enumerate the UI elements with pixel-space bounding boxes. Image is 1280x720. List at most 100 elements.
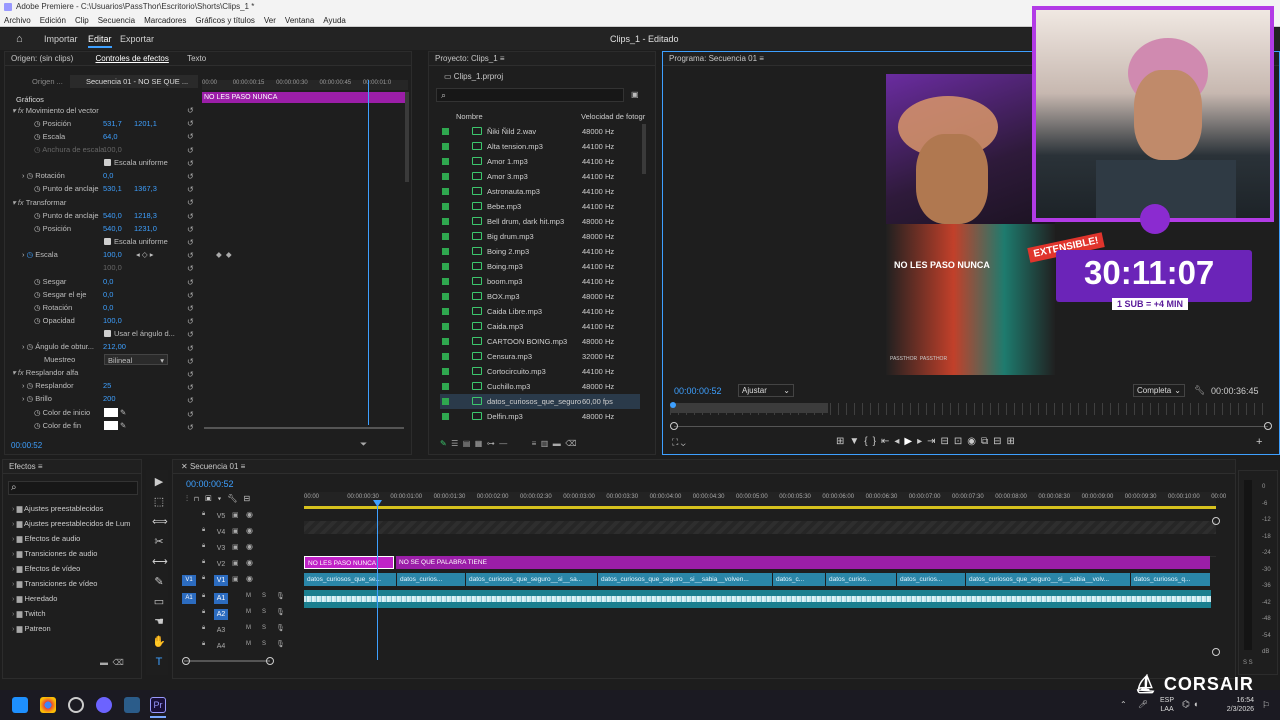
add-button-icon[interactable]: + [1256,436,1262,448]
safe-margins-icon[interactable]: ⛶ ⌄ [672,437,686,448]
windows-start-icon[interactable] [12,697,28,713]
project-item[interactable]: Alta tension.mp3 44100 Hz [440,139,640,154]
project-item[interactable]: Delfin.mp3 48000 Hz [440,409,640,424]
solo-button[interactable]: S [262,625,266,631]
mute-button[interactable]: M [246,609,251,615]
eye-icon[interactable]: ◉ [246,574,253,583]
scale-value[interactable]: 64,0 [103,130,118,143]
position-x-value[interactable]: 531,7 [103,117,122,130]
clock[interactable]: 16:54 2/3/2026 [1222,696,1254,714]
reset-icons-column[interactable]: ↺ ↺ ↺ ↺ ↺ ↺ ↺ ↺ ↺ ↺ ↺ ↺ ↺ ↺ ↺ ↺ ↺ ↺ ↺ ↺ ↺ ↺ ↺ ↺ ↺ [187,104,199,434]
program-timecode[interactable]: 00:00:00:52 [674,386,722,396]
skew-axis-value[interactable]: 0,0 [103,288,113,301]
eyedropper-icon[interactable]: ✎ [120,406,126,419]
project-item[interactable]: Bebe.mp3 44100 Hz [440,199,640,214]
shutter-value[interactable]: 212,00 [103,340,126,353]
notification-icon[interactable]: ⚐ [1262,700,1270,711]
video-clip[interactable]: datos_c... [773,573,825,586]
sequence-clip-button[interactable]: Secuencia 01 - NO SE QUE ... [70,75,198,88]
effects-footer-icons[interactable]: ▬ ⌫ [100,658,124,667]
sampling-dropdown[interactable]: Bilineal ▾ [104,354,168,365]
scroll-handle-left[interactable] [670,422,678,430]
discord-icon[interactable] [96,697,112,713]
track-name[interactable]: A2 [214,609,228,620]
keyframe-diamonds[interactable]: ◆ ◆ [216,248,232,261]
menu-edicion[interactable]: Edición [40,16,66,25]
eye-icon[interactable]: ◉ [246,510,253,519]
project-item[interactable]: Cortocircuito.mp3 44100 Hz [440,364,640,379]
project-search-input[interactable] [436,88,624,102]
track-name[interactable]: A1 [214,593,228,604]
solo-button[interactable]: S [262,641,266,647]
sync-lock-icon[interactable]: ▣ [232,559,239,567]
graphic-clip-2[interactable]: NO SE QUE PALABRA TIENE [396,556,1210,569]
quality-dropdown[interactable]: Completa ⌄ [1133,384,1185,397]
source-clip-button[interactable]: Origen ... [32,75,63,88]
microphone-icon[interactable]: 🎙︎ [276,608,285,616]
project-item[interactable]: datos_curiosos_que_seguro 60,00 fps [440,394,640,409]
eye-icon[interactable]: ◉ [246,526,253,535]
effects-folder-0[interactable]: › ▆ Ajustes preestablecidos [12,504,103,513]
lock-icon[interactable]: 🔒︎ [202,593,205,600]
effect-controls-scrollbar[interactable] [405,92,409,182]
video-clip[interactable]: datos_curios... [826,573,896,586]
lock-icon[interactable]: 🔒︎ [202,609,205,616]
zoom-handle-left[interactable] [182,657,190,665]
start-color-swatch[interactable] [104,408,118,417]
sync-lock-icon[interactable]: ▣ [232,575,239,583]
timeline-zoom-slider[interactable] [184,660,270,662]
effects-folder-5[interactable]: › ▆ Transiciones de vídeo [12,579,97,588]
opacity-value[interactable]: 100,0 [103,314,122,327]
effects-search-input[interactable] [8,481,138,495]
video-clip[interactable]: datos_curios... [397,573,465,586]
t-anchor-x-value[interactable]: 540,0 [103,209,122,222]
menu-clip[interactable]: Clip [75,16,89,25]
tab-text[interactable]: Texto [187,54,206,63]
track-name[interactable]: V3 [214,543,228,554]
timeline-tool-icons[interactable]: ⫶⊓▣▾🔧︎⊟ [186,494,256,504]
source-patch-v1[interactable]: V1 [182,575,196,586]
vector-motion-row[interactable]: ▾ fx Movimiento del vector [12,104,99,117]
effects-folder-1[interactable]: › ▆ Ajustes preestablecidos de Lum [12,519,130,528]
track-name[interactable]: V2 [214,559,228,570]
menu-graficos[interactable]: Gráficos y títulos [195,16,255,25]
lock-icon[interactable]: 🔒︎ [202,641,205,648]
project-scrollbar[interactable] [642,124,646,174]
pencil-icon[interactable]: ✎ [440,439,447,448]
tray-chevron-icon[interactable]: ⌃ [1120,700,1127,709]
project-item[interactable]: BOX.mp3 48000 Hz [440,289,640,304]
mute-button[interactable]: M [246,593,251,599]
video-clip[interactable]: datos_curiosos_que_seguro__si__sabia__vo… [598,573,772,586]
wrench-icon[interactable]: 🔧︎ [1194,385,1205,396]
eye-icon[interactable]: ◉ [246,558,253,567]
t-position-y-value[interactable]: 1231,0 [134,222,157,235]
transport-controls[interactable]: ⊞▼{}⇤◂▶▸⇥⊟⊡◉⧉⊟⊞ [836,436,1020,447]
v-scroll-handle-bottom[interactable] [1212,648,1220,656]
effect-controls-clip[interactable]: NO LES PASO NUNCA [202,92,408,103]
microphone-icon[interactable]: 🎙︎ [276,592,285,600]
tab-effect-controls[interactable]: Controles de efectos [95,54,168,63]
anchor-y-value[interactable]: 1367,3 [134,182,157,195]
menu-archivo[interactable]: Archivo [4,16,31,25]
timeline-tab[interactable]: ✕ Secuencia 01 ≡ [173,460,1235,474]
effects-folder-8[interactable]: › ▆ Patreon [12,624,51,633]
mic-icon[interactable]: 🎤︎ [1138,700,1148,709]
lock-icon[interactable]: 🔒︎ [202,575,205,582]
video-clip[interactable]: datos_curiosos_q... [1131,573,1210,586]
program-playhead[interactable] [670,402,676,408]
t-anchor-y-value[interactable]: 1218,3 [134,209,157,222]
menu-secuencia[interactable]: Secuencia [98,16,135,25]
workspace-edit-tab[interactable]: Editar [88,28,112,48]
uniform-scale-checkbox[interactable]: Escala uniforme [104,156,168,169]
menu-ventana[interactable]: Ventana [285,16,314,25]
effects-tab[interactable]: Efectos ≡ [3,460,141,474]
microphone-icon[interactable]: 🎙︎ [276,624,285,632]
effects-folder-7[interactable]: › ▆ Twitch [12,609,46,618]
use-angle-checkbox[interactable]: Usar el ángulo d... [104,327,175,340]
solo-button[interactable]: S [262,609,266,615]
project-item[interactable]: boom.mp3 44100 Hz [440,274,640,289]
t-scale-value[interactable]: 100,0 [103,248,122,261]
project-item[interactable]: Bell drum, dark hit.mp3 48000 Hz [440,214,640,229]
steam-icon[interactable] [124,697,140,713]
timeline-timecode[interactable]: 00:00:00:52 [186,479,234,489]
